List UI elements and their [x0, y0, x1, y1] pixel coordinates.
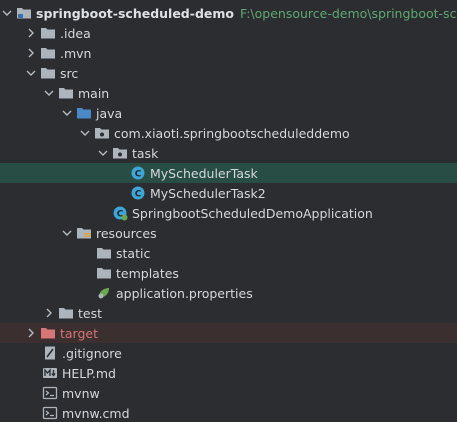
- file-label: mvnw.cmd: [62, 405, 130, 421]
- tree-row-class-myschedulertask[interactable]: C MySchedulerTask: [0, 163, 457, 183]
- folder-label: templates: [116, 265, 179, 281]
- folder-icon: [58, 305, 74, 321]
- folder-label: .idea: [60, 25, 91, 41]
- chevron-right-icon[interactable]: [24, 46, 38, 60]
- folder-label: static: [116, 245, 151, 261]
- java-class-icon: C: [130, 185, 146, 201]
- chevron-right-icon[interactable]: [24, 326, 38, 340]
- shell-script-icon: [42, 385, 58, 401]
- tree-row-application[interactable]: C SpringbootScheduledDemoApplication: [0, 203, 457, 223]
- java-class-icon: C: [130, 165, 146, 181]
- tree-row-root[interactable]: springboot-scheduled-demo F:\opensource-…: [0, 3, 457, 23]
- chevron-down-icon[interactable]: [60, 226, 74, 240]
- folder-label: main: [78, 85, 110, 101]
- tree-row-mvnw-cmd[interactable]: mvnw.cmd: [0, 403, 457, 422]
- file-label: application.properties: [116, 285, 253, 301]
- file-label: .gitignore: [62, 345, 122, 361]
- source-folder-icon: [76, 105, 92, 121]
- folder-label: .mvn: [60, 45, 92, 61]
- project-root-label: springboot-scheduled-demo: [36, 5, 234, 21]
- chevron-down-icon[interactable]: [42, 86, 56, 100]
- folder-icon: [40, 25, 56, 41]
- chevron-right-icon[interactable]: [42, 306, 56, 320]
- excluded-folder-icon: [40, 325, 56, 341]
- folder-icon: [58, 85, 74, 101]
- resources-folder-icon: [76, 225, 92, 241]
- tree-row-target[interactable]: target: [0, 323, 457, 343]
- cmd-script-icon: [42, 405, 58, 421]
- tree-row-application-properties[interactable]: application.properties: [0, 283, 457, 303]
- package-icon: [94, 125, 110, 141]
- package-label: task: [132, 145, 159, 161]
- chevron-down-icon[interactable]: [60, 106, 74, 120]
- chevron-down-icon[interactable]: [96, 146, 110, 160]
- chevron-down-icon[interactable]: [0, 6, 14, 20]
- svg-text:C: C: [135, 170, 142, 180]
- spring-boot-class-icon: C: [112, 205, 128, 221]
- svg-text:C: C: [135, 190, 142, 200]
- tree-row-static[interactable]: static: [0, 243, 457, 263]
- tree-row-main[interactable]: main: [0, 83, 457, 103]
- folder-label: resources: [96, 225, 157, 241]
- tree-row-src[interactable]: src: [0, 63, 457, 83]
- chevron-down-icon[interactable]: [24, 66, 38, 80]
- folder-label: target: [60, 325, 99, 341]
- folder-icon: [96, 265, 112, 281]
- class-label: SpringbootScheduledDemoApplication: [132, 205, 373, 221]
- project-tree: springboot-scheduled-demo F:\opensource-…: [0, 0, 457, 422]
- tree-row-task[interactable]: task: [0, 143, 457, 163]
- module-folder-icon: [16, 5, 32, 21]
- tree-row-mvnw[interactable]: mvnw: [0, 383, 457, 403]
- folder-label: test: [78, 305, 103, 321]
- tree-row-idea[interactable]: .idea: [0, 23, 457, 43]
- tree-row-templates[interactable]: templates: [0, 263, 457, 283]
- class-label: MySchedulerTask: [150, 165, 258, 181]
- chevron-down-icon[interactable]: [78, 126, 92, 140]
- folder-icon: [96, 245, 112, 261]
- class-label: MySchedulerTask2: [150, 185, 266, 201]
- folder-label: java: [96, 105, 123, 121]
- folder-label: src: [60, 65, 79, 81]
- file-label: mvnw: [62, 385, 100, 401]
- tree-row-package[interactable]: com.xiaoti.springbootscheduleddemo: [0, 123, 457, 143]
- spring-properties-icon: [96, 285, 112, 301]
- chevron-right-icon[interactable]: [24, 26, 38, 40]
- folder-icon: [40, 65, 56, 81]
- tree-row-java[interactable]: java: [0, 103, 457, 123]
- package-icon: [112, 145, 128, 161]
- folder-icon: [40, 45, 56, 61]
- tree-row-mvn[interactable]: .mvn: [0, 43, 457, 63]
- tree-row-class-myschedulertask2[interactable]: C MySchedulerTask2: [0, 183, 457, 203]
- file-label: HELP.md: [62, 365, 116, 381]
- package-label: com.xiaoti.springbootscheduleddemo: [114, 125, 350, 141]
- markdown-file-icon: [42, 365, 58, 381]
- tree-row-resources[interactable]: resources: [0, 223, 457, 243]
- project-root-path: F:\opensource-demo\springboot-schedu: [239, 5, 457, 21]
- tree-row-help-md[interactable]: HELP.md: [0, 363, 457, 383]
- gitignore-file-icon: [42, 345, 58, 361]
- tree-row-test[interactable]: test: [0, 303, 457, 323]
- tree-row-gitignore[interactable]: .gitignore: [0, 343, 457, 363]
